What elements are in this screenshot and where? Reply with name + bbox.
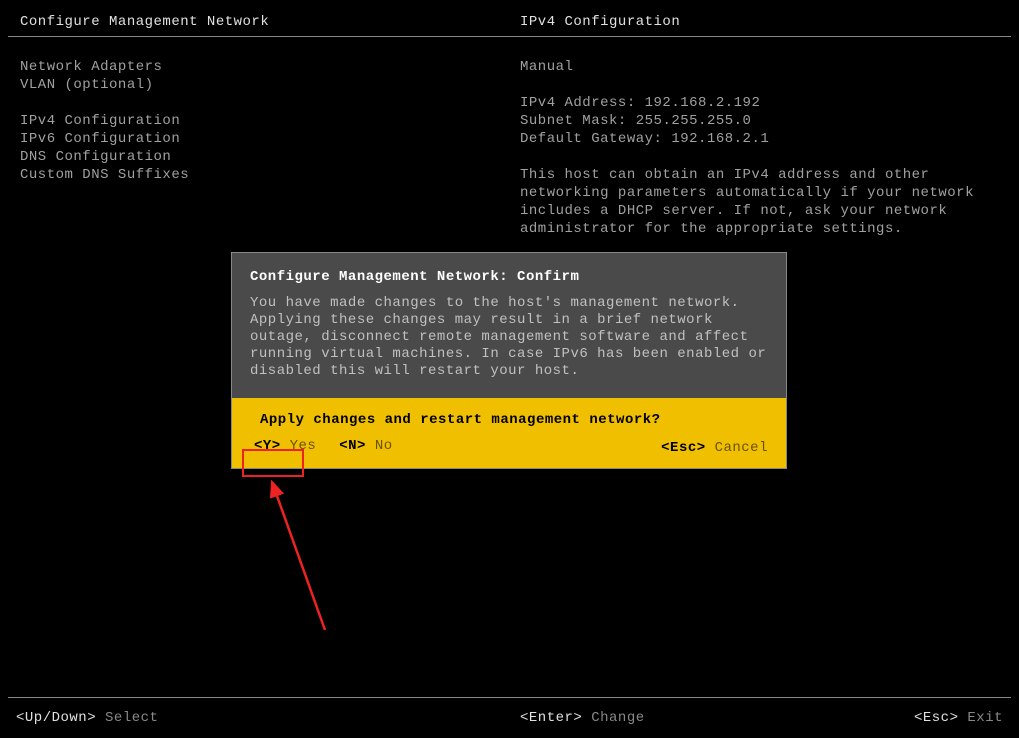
menu-item-custom-dns[interactable]: Custom DNS Suffixes [20, 166, 189, 184]
header-divider [8, 36, 1011, 37]
header-title-right: IPv4 Configuration [520, 14, 680, 30]
menu-item-dns[interactable]: DNS Configuration [20, 148, 189, 166]
details-mode: Manual [520, 58, 1000, 76]
details-description: This host can obtain an IPv4 address and… [520, 166, 1000, 238]
details-ipv4-row: IPv4 Address: 192.168.2.192 [520, 94, 1000, 112]
footer-hint-select: <Up/Down> Select [16, 710, 158, 726]
yes-button[interactable]: <Y> Yes [250, 436, 320, 456]
footer-hint-exit: <Esc> Exit [914, 710, 1003, 726]
gw-value: 192.168.2.1 [671, 131, 769, 147]
menu-item-ipv6[interactable]: IPv6 Configuration [20, 130, 189, 148]
no-label: No [375, 438, 393, 454]
details-mask-row: Subnet Mask: 255.255.255.0 [520, 112, 1000, 130]
yes-key: <Y> [254, 438, 281, 454]
dialog-body: You have made changes to the host's mana… [232, 295, 786, 398]
menu-item-network-adapters[interactable]: Network Adapters [20, 58, 189, 76]
footer-hint-change: <Enter> Change [520, 710, 645, 726]
footer-divider [8, 697, 1011, 698]
dialog-prompt-text: Apply changes and restart management net… [260, 412, 758, 428]
header-title-left: Configure Management Network [20, 14, 269, 30]
menu-item-ipv4[interactable]: IPv4 Configuration [20, 112, 189, 130]
dialog-title: Configure Management Network: Confirm [232, 253, 786, 295]
mask-value: 255.255.255.0 [636, 113, 752, 129]
mask-label: Subnet Mask: [520, 113, 627, 129]
confirm-dialog: Configure Management Network: Confirm Yo… [231, 252, 787, 469]
footer-left-key: <Up/Down> [16, 710, 96, 726]
cancel-label: Cancel [715, 440, 768, 456]
footer-left-label: Select [105, 710, 158, 726]
yes-label: Yes [290, 438, 317, 454]
menu-panel: Network Adapters VLAN (optional) IPv4 Co… [20, 58, 189, 184]
no-key: <N> [339, 438, 366, 454]
dialog-buttons: <Y> Yes <N> No <Esc> Cancel [250, 436, 768, 456]
cancel-button[interactable]: <Esc> Cancel [661, 440, 768, 456]
annotation-arrow-icon [230, 470, 340, 640]
dialog-prompt-area: Apply changes and restart management net… [232, 398, 786, 468]
footer-center-label: Change [591, 710, 644, 726]
no-button[interactable]: <N> No [339, 438, 392, 454]
details-gw-row: Default Gateway: 192.168.2.1 [520, 130, 1000, 148]
console-screen: Configure Management Network IPv4 Config… [0, 0, 1019, 738]
footer-right-key: <Esc> [914, 710, 959, 726]
details-panel: Manual IPv4 Address: 192.168.2.192 Subne… [520, 58, 1000, 238]
ipv4-label: IPv4 Address: [520, 95, 636, 111]
menu-spacer [20, 94, 189, 112]
menu-item-vlan[interactable]: VLAN (optional) [20, 76, 189, 94]
footer-center-key: <Enter> [520, 710, 582, 726]
gw-label: Default Gateway: [520, 131, 662, 147]
ipv4-value: 192.168.2.192 [645, 95, 761, 111]
cancel-key: <Esc> [661, 440, 706, 456]
footer-right-label: Exit [967, 710, 1003, 726]
